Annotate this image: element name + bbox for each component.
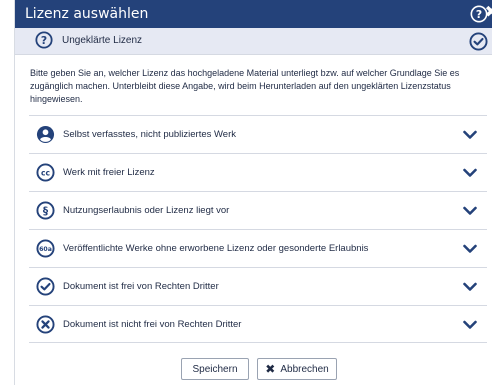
option-label: Selbst verfasstes, nicht publiziertes We… [63,129,237,140]
option-label: Werk mit freier Lizenz [63,167,155,178]
dialog-title: Lizenz auswählen [25,6,149,22]
selected-license[interactable]: ? Ungeklärte Lizenz [15,28,492,55]
check-circle-icon [469,32,488,51]
option-free-license[interactable]: cc Werk mit freier Lizenz [29,153,487,191]
save-button-label: Speichern [192,363,238,375]
x-circle-icon [36,315,55,334]
license-options-list: Selbst verfasstes, nicht publiziertes We… [29,115,487,343]
license-description: Bitte geben Sie an, welcher Lizenz das h… [30,68,460,104]
option-label: Dokument ist frei von Rechten Dritter [63,281,219,292]
save-button[interactable]: Speichern [181,358,249,380]
svg-text:§: § [43,205,49,217]
chevron-down-icon[interactable] [463,206,477,216]
60a-icon-text: 60a [39,246,52,253]
cancel-button-label: Abbrechen [280,363,329,375]
option-label: Dokument ist nicht frei von Rechten Drit… [63,319,242,330]
option-label: Nutzungserlaubnis oder Lizenz liegt vor [63,205,230,216]
chevron-down-icon[interactable] [463,282,477,292]
60a-icon: 60a [36,239,55,258]
option-not-free-of-third-party-rights[interactable]: Dokument ist nicht frei von Rechten Drit… [29,305,487,343]
question-circle-icon: ? [35,31,53,49]
chevron-down-icon[interactable] [463,244,477,254]
chevron-down-icon[interactable] [463,320,477,330]
option-usage-permission[interactable]: § Nutzungserlaubnis oder Lizenz liegt vo… [29,191,487,229]
option-free-of-third-party-rights[interactable]: Dokument ist frei von Rechten Dritter [29,267,487,305]
svg-text:?: ? [41,34,47,47]
option-self-authored[interactable]: Selbst verfasstes, nicht publiziertes We… [29,115,487,153]
chevron-down-icon[interactable] [463,168,477,178]
svg-text:cc: cc [41,169,50,178]
selected-license-label: Ungeklärte Lizenz [62,35,143,46]
option-published-works[interactable]: 60a Veröffentlichte Werke ohne erworbene… [29,229,487,267]
user-circle-icon [36,125,55,144]
creative-commons-icon: cc [36,163,55,182]
cancel-button[interactable]: ✖ Abbrechen [257,358,337,380]
license-dialog: Lizenz auswählen ? ✖ ? Ungeklärte Lizenz… [14,0,492,385]
dialog-footer: Speichern ✖ Abbrechen [15,358,492,380]
dialog-titlebar: Lizenz auswählen ? ✖ [15,0,492,28]
chevron-down-icon[interactable] [463,130,477,140]
svg-text:?: ? [476,8,482,21]
check-circle-icon [36,277,55,296]
close-icon[interactable]: ✖ [485,2,492,21]
option-label: Veröffentlichte Werke ohne erworbene Liz… [63,243,369,254]
paragraph-icon: § [36,201,55,220]
close-icon: ✖ [265,362,276,376]
